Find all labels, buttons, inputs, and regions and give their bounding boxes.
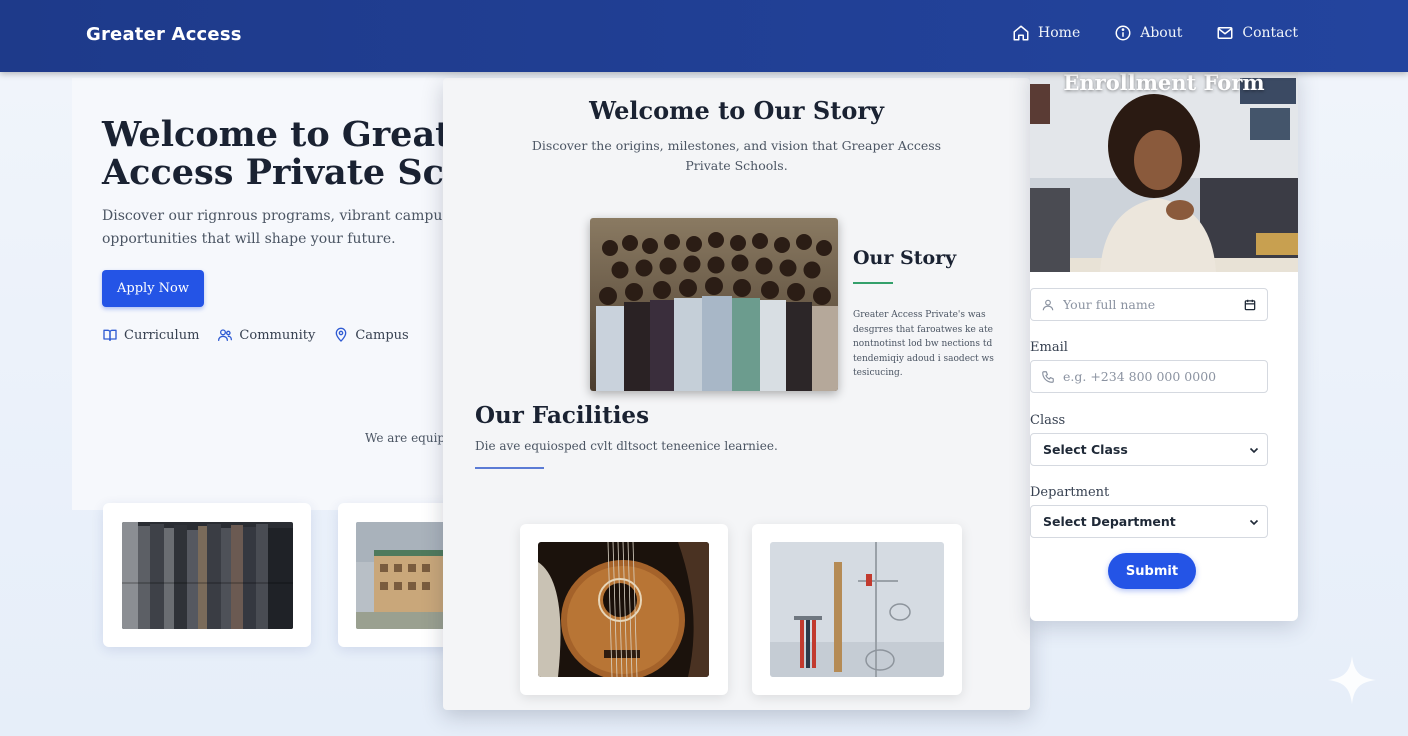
- chevron-down-icon: [1249, 447, 1259, 453]
- hero-features: Curriculum Community Campus: [102, 327, 409, 343]
- feature-curriculum-label: Curriculum: [124, 327, 200, 343]
- home-icon: [1013, 25, 1029, 41]
- enrollment-form-panel: Enrollment Form Email Class Select Class…: [1030, 68, 1298, 621]
- story-subtitle: Discover the origins, milestones, and vi…: [531, 138, 942, 173]
- nav-home-label: Home: [1038, 25, 1081, 41]
- class-label: Class: [1030, 413, 1066, 428]
- class-select-value: Select Class: [1043, 442, 1128, 457]
- equip-text: We are equip: [365, 431, 446, 445]
- our-story-panel: Welcome to Our Story Discover the origin…: [443, 78, 1030, 710]
- our-story-text: Greater Access Private's was desgrres th…: [853, 310, 994, 378]
- department-label: Department: [1030, 485, 1110, 500]
- department-select[interactable]: Select Department: [1030, 505, 1268, 538]
- enrollment-form-title: Enrollment Form: [1063, 70, 1265, 95]
- nav-links: Home About Contact: [1012, 24, 1298, 42]
- our-story-title: Our Story: [853, 247, 957, 269]
- users-icon: [218, 329, 233, 341]
- full-name-input[interactable]: [1063, 297, 1235, 312]
- facility-card-music[interactable]: [520, 524, 728, 695]
- facilities-divider: [475, 467, 544, 469]
- guitar-image: [538, 542, 709, 677]
- facility-card-laboratory[interactable]: [752, 524, 962, 695]
- nav-home-link[interactable]: Home: [1012, 24, 1080, 42]
- info-icon: [1115, 25, 1131, 41]
- phone-input[interactable]: [1063, 369, 1257, 384]
- hero-subtitle: Discover our rignrous programs, vibrant …: [102, 205, 469, 251]
- student-photo: [1030, 68, 1298, 272]
- email-label: Email: [1030, 340, 1068, 355]
- nav-contact-label: Contact: [1242, 25, 1298, 41]
- facilities-title: Our Facilities: [475, 402, 650, 429]
- map-pin-icon: [335, 327, 347, 342]
- lab-equipment-image: [770, 542, 944, 677]
- hero-title: Welcome to Greater Access Private Scho: [102, 114, 493, 193]
- nav-contact-link[interactable]: Contact: [1216, 24, 1298, 42]
- facility-card-building[interactable]: [338, 503, 458, 647]
- sparkle-icon: [1328, 656, 1376, 704]
- brand-logo[interactable]: Greater Access: [86, 24, 242, 45]
- hero-title-line2: Access Private Scho: [102, 152, 493, 193]
- story-heading: Welcome to Our Story: [589, 96, 884, 125]
- feature-community[interactable]: Community: [217, 327, 315, 343]
- nav-about-label: About: [1140, 25, 1183, 41]
- class-select[interactable]: Select Class: [1030, 433, 1268, 466]
- founders-group-photo: [590, 218, 838, 391]
- book-icon: [103, 329, 117, 341]
- feature-campus[interactable]: Campus: [333, 327, 409, 343]
- mail-icon: [1217, 27, 1233, 39]
- school-building-image: [356, 522, 456, 629]
- department-select-value: Select Department: [1043, 514, 1176, 529]
- feature-curriculum[interactable]: Curriculum: [102, 327, 199, 343]
- nav-about-link[interactable]: About: [1114, 24, 1182, 42]
- submit-button[interactable]: Submit: [1108, 553, 1196, 589]
- feature-campus-label: Campus: [355, 327, 409, 343]
- feature-community-label: Community: [239, 327, 316, 343]
- hero-subtitle-line1: Discover our rignrous programs, vibrant …: [102, 208, 469, 224]
- facility-card-library[interactable]: [103, 503, 311, 647]
- facilities-subtitle: Die ave equiosped cvlt dltsoct teneenice…: [475, 439, 778, 453]
- library-books-image: [122, 522, 293, 629]
- hero-subtitle-line2: opportunities that will shape your futur…: [102, 231, 396, 247]
- hero-title-line1: Welcome to Greater: [102, 114, 493, 155]
- chevron-down-icon: [1249, 519, 1259, 525]
- top-navbar: Greater Access Home About Contact: [0, 0, 1408, 72]
- phone-field[interactable]: [1030, 360, 1268, 393]
- calendar-icon[interactable]: [1243, 298, 1257, 312]
- full-name-field[interactable]: [1030, 288, 1268, 321]
- apply-now-button[interactable]: Apply Now: [102, 270, 204, 307]
- our-story-divider: [853, 282, 893, 284]
- user-icon: [1042, 299, 1054, 310]
- phone-icon: [1042, 370, 1054, 383]
